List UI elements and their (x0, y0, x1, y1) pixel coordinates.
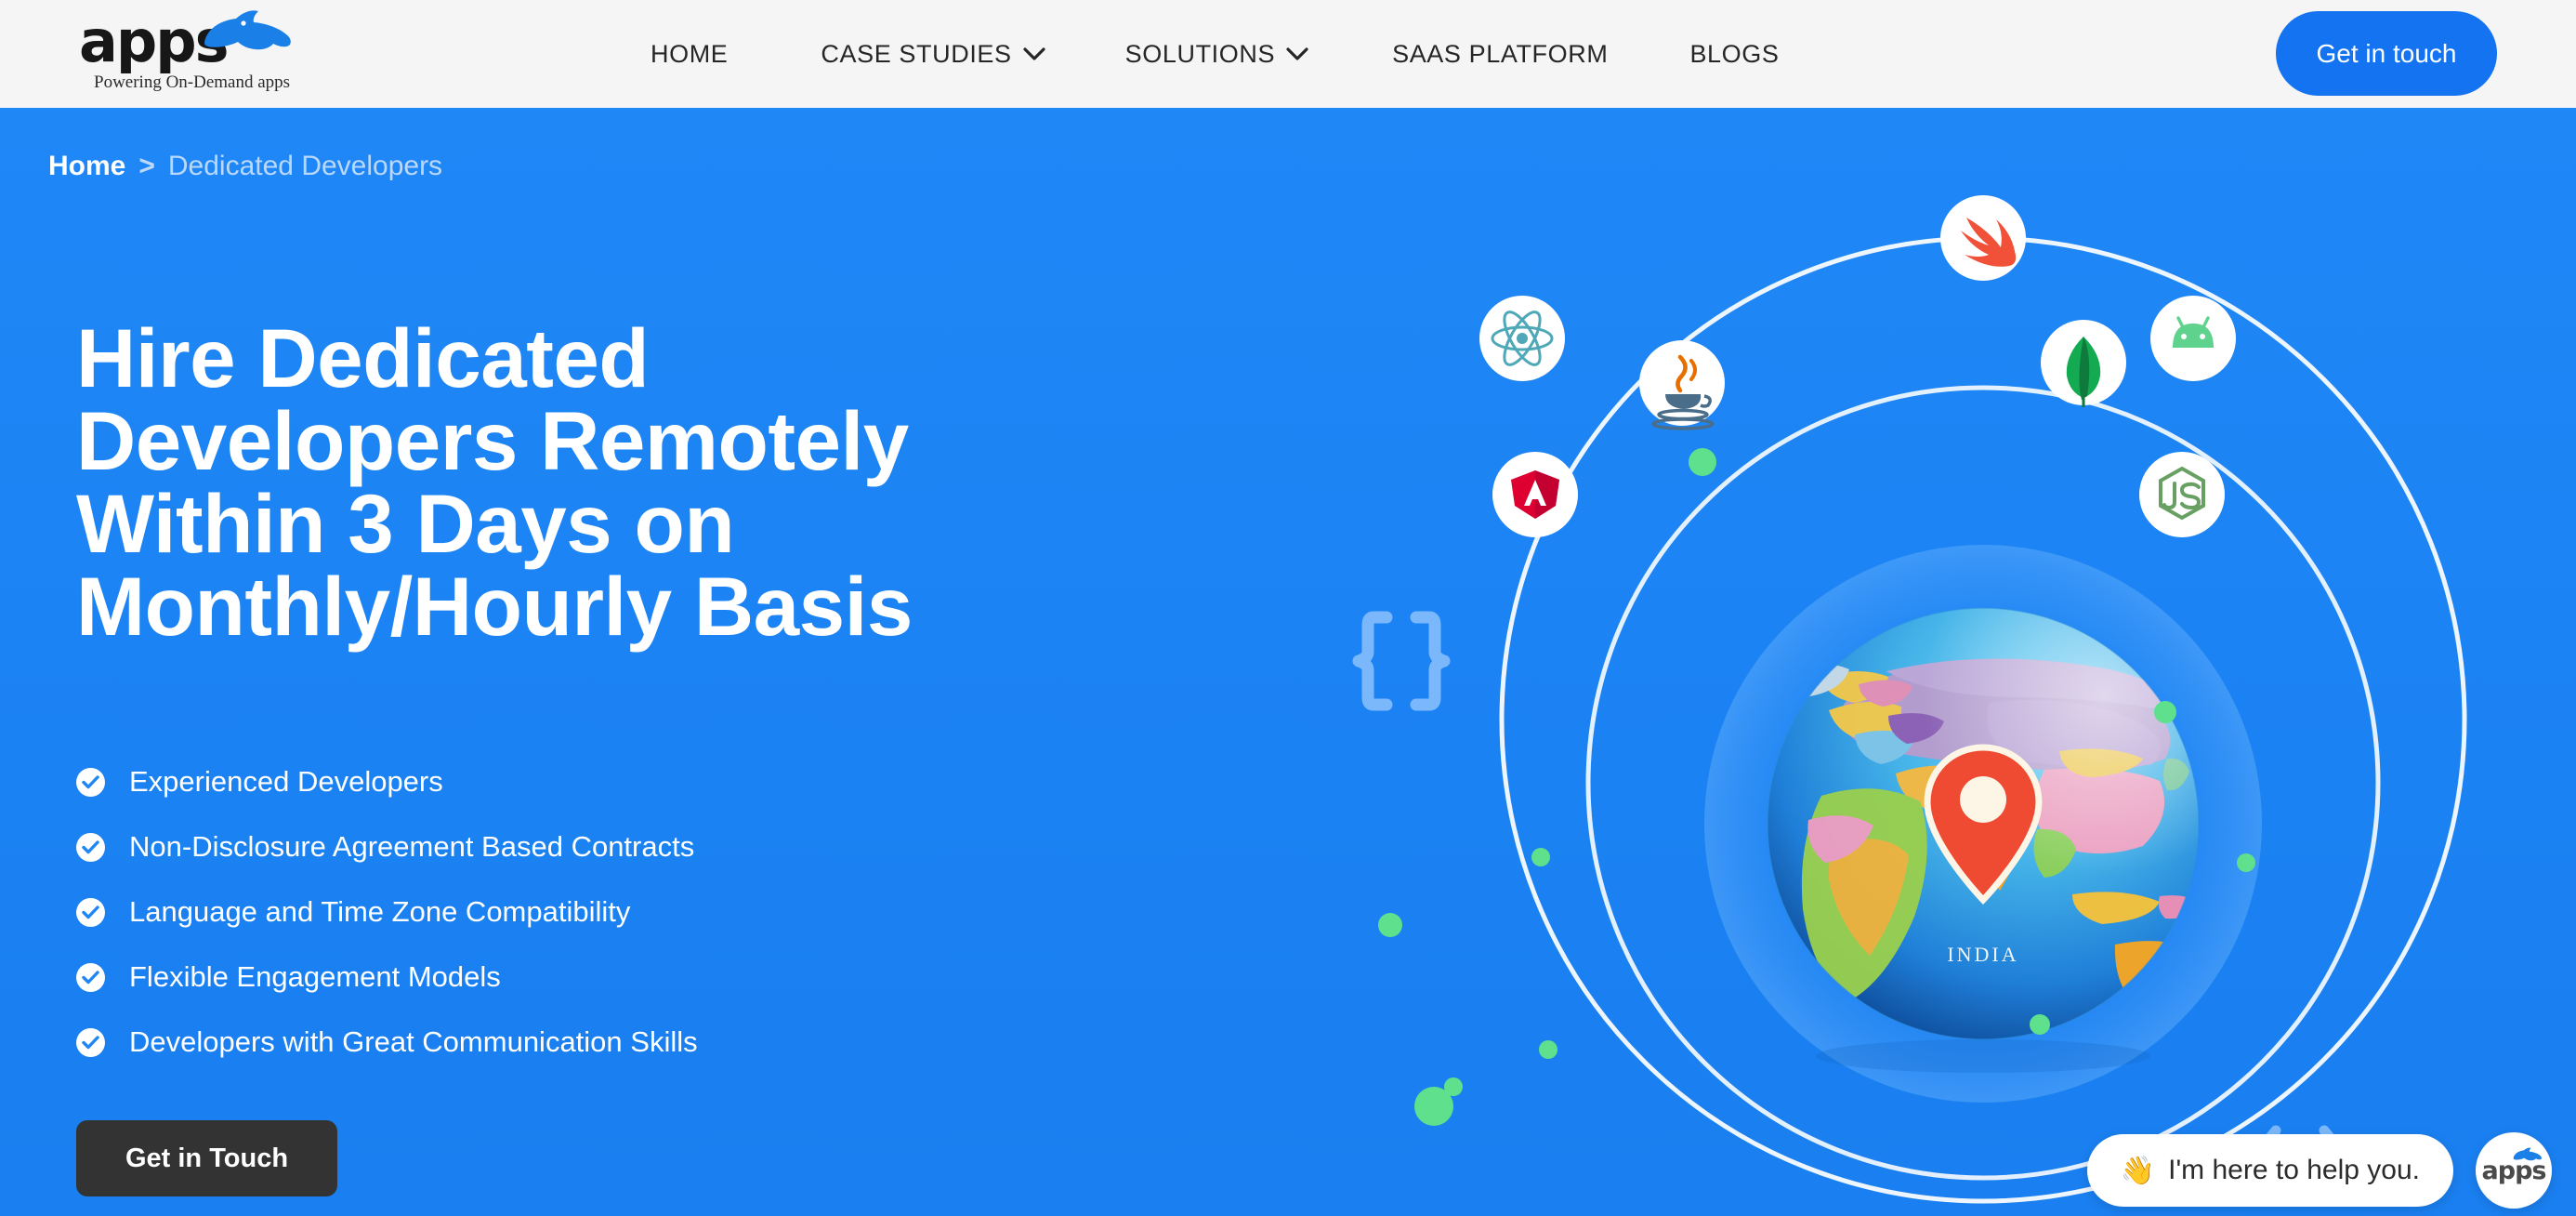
chat-launcher-button[interactable]: apps (2476, 1132, 2552, 1209)
check-circle-icon (76, 962, 105, 992)
logo-tagline: Powering On-Demand apps (94, 73, 291, 92)
react-icon-bubble (1479, 296, 1565, 381)
nav-label: BLOGS (1689, 39, 1780, 68)
breadcrumb-home-link[interactable]: Home (48, 151, 125, 182)
java-icon-bubble (1639, 340, 1725, 430)
check-circle-icon (76, 832, 105, 862)
accent-dot (1444, 1077, 1463, 1096)
nav-item-blogs[interactable]: BLOGS (1689, 40, 1779, 69)
globe-country-label: INDIA (1947, 943, 2018, 966)
site-header: apps Powering On-Demand apps HOME CASE S… (0, 0, 2576, 108)
breadcrumb-separator: > (138, 151, 155, 181)
accent-dot (2237, 853, 2255, 872)
feature-label: Language and Time Zone Compatibility (129, 895, 631, 928)
globe-shadow (1816, 1039, 2150, 1073)
accent-dot (1689, 448, 1716, 476)
feature-list: Experienced Developers Non-Disclosure Ag… (76, 749, 698, 1075)
chevron-down-icon (1023, 46, 1045, 60)
nav-item-case-studies[interactable]: CASE STUDIES (821, 40, 1045, 69)
rhino-icon (204, 10, 291, 50)
feature-label: Flexible Engagement Models (129, 960, 501, 993)
hero-section: Home > Dedicated Developers Hire Dedicat… (0, 108, 2576, 1216)
feature-label: Developers with Great Communication Skil… (129, 1025, 698, 1058)
chat-greeting-bubble[interactable]: 👋 I'm here to help you. (2086, 1134, 2453, 1207)
chevron-down-icon (1286, 46, 1308, 60)
breadcrumb-current: Dedicated Developers (167, 151, 443, 181)
nav-label: CASE STUDIES (821, 39, 1012, 68)
nav-item-saas-platform[interactable]: SAAS PLATFORM (1392, 40, 1608, 69)
waving-hand-icon: 👋 (2120, 1155, 2156, 1186)
tech-orbit-illustration: INDIA (1338, 108, 2576, 1216)
accent-dot (1531, 848, 1550, 866)
rhino-icon (2513, 1147, 2542, 1161)
swift-icon-bubble (1940, 195, 2026, 281)
check-circle-icon (76, 1027, 105, 1057)
site-logo[interactable]: apps Powering On-Demand apps (79, 6, 321, 102)
breadcrumb: Home > Dedicated Developers (48, 151, 442, 182)
chat-widget: 👋 I'm here to help you. apps (2086, 1132, 2576, 1209)
accent-dot (2030, 1014, 2050, 1035)
list-item: Flexible Engagement Models (76, 945, 698, 1010)
android-icon-bubble (2150, 296, 2236, 381)
nav-item-home[interactable]: HOME (651, 40, 728, 69)
page-title: Hire Dedicated Developers Remotely Withi… (76, 311, 913, 653)
list-item: Experienced Developers (76, 749, 698, 814)
nodejs-icon-bubble (2139, 452, 2225, 537)
angular-icon-bubble (1492, 452, 1578, 537)
feature-label: Non-Disclosure Agreement Based Contracts (129, 830, 695, 863)
get-in-touch-header-button[interactable]: Get in touch (2276, 11, 2497, 96)
list-item: Language and Time Zone Compatibility (76, 879, 698, 945)
check-circle-icon (76, 767, 105, 797)
chat-greeting-text: I'm here to help you. (2168, 1155, 2420, 1185)
check-circle-icon (76, 897, 105, 927)
accent-dot (1539, 1040, 1557, 1059)
main-navigation: HOME CASE STUDIES SOLUTIONS SAAS PLATFOR… (651, 0, 1779, 108)
nav-label: SAAS PLATFORM (1392, 39, 1609, 68)
accent-dot (1378, 913, 1402, 937)
accent-dot (2154, 701, 2176, 723)
nav-label: HOME (651, 39, 729, 68)
feature-label: Experienced Developers (129, 765, 443, 798)
nav-item-solutions[interactable]: SOLUTIONS (1125, 40, 1308, 69)
get-in-touch-hero-button[interactable]: Get in Touch (76, 1120, 337, 1196)
list-item: Developers with Great Communication Skil… (76, 1010, 698, 1075)
list-item: Non-Disclosure Agreement Based Contracts (76, 814, 698, 879)
nav-label: SOLUTIONS (1124, 39, 1276, 68)
